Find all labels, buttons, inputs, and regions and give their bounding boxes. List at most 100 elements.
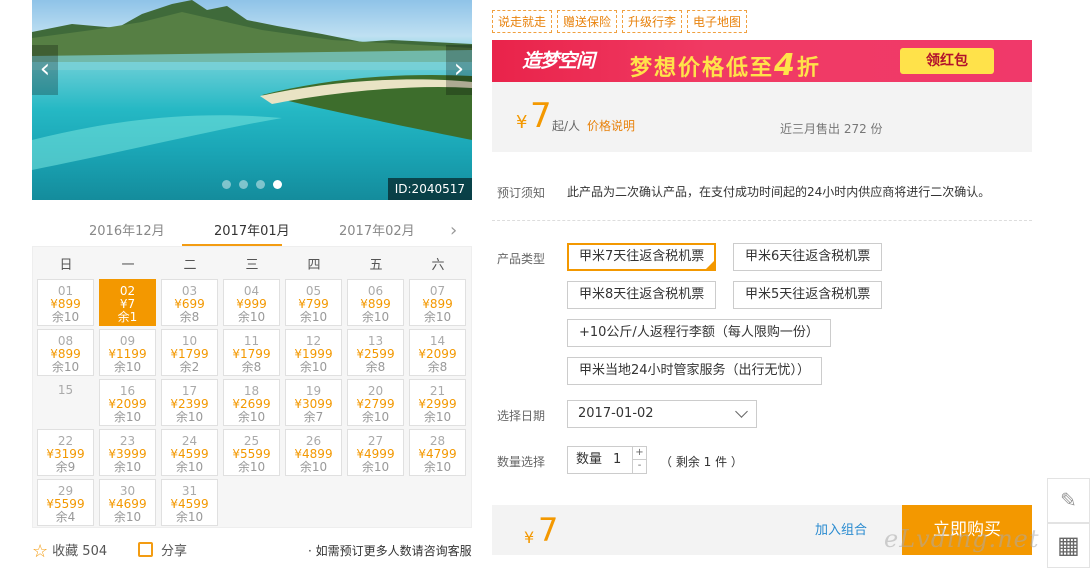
calendar-day[interactable]: 16 ¥2099 余10 [99, 379, 156, 426]
favorite-button[interactable]: ☆ 收藏 504 [32, 540, 107, 562]
add-combo-link[interactable]: 加入组合 [815, 519, 867, 538]
day-price: ¥699 [174, 297, 205, 311]
tag-item: 赠送保险 [557, 10, 618, 33]
calendar-next-icon[interactable]: › [450, 220, 457, 241]
day-price: ¥999 [236, 297, 267, 311]
calendar-day[interactable]: 01 ¥899 余10 [37, 279, 94, 326]
calendar-day[interactable]: 04 ¥999 余10 [223, 279, 280, 326]
day-remaining: 余8 [365, 360, 386, 374]
calendar-day[interactable]: 13 ¥2599 余8 [347, 329, 404, 376]
calendar-day[interactable]: 30 ¥4699 余10 [99, 479, 156, 526]
date-label: 选择日期 [497, 409, 546, 423]
calendar-day[interactable]: 21 ¥2999 余10 [409, 379, 466, 426]
gallery-next-button[interactable]: › [446, 45, 472, 95]
edit-icon[interactable]: ✎ [1047, 478, 1090, 523]
calendar-day[interactable]: 14 ¥2099 余8 [409, 329, 466, 376]
tab-month-prev[interactable]: 2016年12月 [89, 220, 165, 239]
day-number: 12 [305, 334, 322, 348]
price-panel: ¥ 7 起/人 价格说明 近三月售出 272 份 [492, 82, 1032, 152]
tag-item: 升级行李 [622, 10, 683, 33]
calendar-day[interactable]: 03 ¥699 余8 [161, 279, 218, 326]
option-label: 甲米7天往返含税机票 [579, 249, 705, 264]
calendar-day[interactable]: 31 ¥4599 余10 [161, 479, 218, 526]
calendar-month-tabs: 2016年12月 2017年01月 2017年02月 [32, 212, 472, 248]
gallery-dot[interactable] [239, 180, 248, 189]
calendar-day[interactable]: 27 ¥4999 余10 [347, 429, 404, 476]
option-label: 甲米6天往返含税机票 [745, 249, 871, 264]
chevron-down-icon [735, 405, 748, 418]
gallery-dot[interactable] [222, 180, 231, 189]
gallery-dot-active[interactable] [273, 180, 282, 189]
day-remaining: 余8 [179, 310, 200, 324]
product-option-8day[interactable]: 甲米8天往返含税机票 [567, 281, 717, 309]
day-number: 11 [243, 334, 260, 348]
tab-month-current[interactable]: 2017年01月 [214, 220, 290, 239]
product-option-5day[interactable]: 甲米5天往返含税机票 [733, 281, 883, 309]
product-option-6day[interactable]: 甲米6天往返含税机票 [733, 243, 883, 271]
calendar-day[interactable]: 18 ¥2699 余10 [223, 379, 280, 426]
quantity-stepper[interactable]: 数量 1 + - [567, 446, 647, 474]
calendar-day[interactable]: 07 ¥899 余10 [409, 279, 466, 326]
price-currency: ¥ [516, 112, 528, 133]
option-label: 甲米当地24小时管家服务（出行无忧）） [579, 363, 811, 378]
option-label: 甲米8天往返含税机票 [579, 287, 705, 302]
day-number: 24 [181, 434, 198, 448]
promo-banner[interactable]: 造梦空间 梦想价格低至4折 领红包 [492, 40, 1032, 82]
calendar-day[interactable]: 05 ¥799 余10 [285, 279, 342, 326]
calendar-day[interactable]: 17 ¥2399 余10 [161, 379, 218, 426]
product-option-butler[interactable]: 甲米当地24小时管家服务（出行无忧）） [567, 357, 823, 385]
day-price: ¥3099 [294, 397, 333, 411]
qr-code-icon[interactable]: ▦ [1047, 523, 1090, 568]
quantity-value[interactable]: 1 [613, 447, 621, 473]
day-number: 27 [367, 434, 384, 448]
gallery-prev-button[interactable]: ‹ [32, 45, 58, 95]
day-number: 29 [57, 484, 74, 498]
calendar-day[interactable]: 28 ¥4799 余10 [409, 429, 466, 476]
day-remaining: 余2 [179, 360, 200, 374]
tag-item: 电子地图 [687, 10, 748, 33]
remaining-stock: （ 剩余 1 件 ） [660, 455, 743, 469]
share-label: 分享 [161, 544, 188, 559]
price-unit: 起/人 [552, 119, 581, 133]
product-option-luggage[interactable]: +10公斤/人返程行李额（每人限购一份） [567, 319, 831, 347]
share-button[interactable]: 分享 [138, 540, 187, 559]
calendar-day[interactable]: 29 ¥5599 余4 [37, 479, 94, 526]
calendar-day[interactable]: 09 ¥1199 余10 [99, 329, 156, 376]
date-select[interactable]: 2017-01-02 [567, 400, 757, 428]
gallery-dot[interactable] [256, 180, 265, 189]
calendar-day[interactable]: 19 ¥3099 余7 [285, 379, 342, 426]
day-number: 28 [429, 434, 446, 448]
calendar-day[interactable]: 11 ¥1799 余8 [223, 329, 280, 376]
calendar-day[interactable]: 08 ¥899 余10 [37, 329, 94, 376]
hero-image: ‹ › ID:2040517 [32, 0, 472, 200]
day-price: ¥2799 [356, 397, 395, 411]
price-explain-link[interactable]: 价格说明 [587, 117, 635, 134]
calendar-day[interactable]: 12 ¥1999 余10 [285, 329, 342, 376]
star-icon: ☆ [32, 541, 49, 562]
day-remaining: 余10 [51, 310, 80, 324]
calendar-day[interactable]: 25 ¥5599 余10 [223, 429, 280, 476]
calendar-day[interactable]: 26 ¥4899 余10 [285, 429, 342, 476]
calendar-day[interactable]: 06 ¥899 余10 [347, 279, 404, 326]
quantity-plus-button[interactable]: + [632, 447, 646, 460]
day-number: 20 [367, 384, 384, 398]
day-number: 31 [181, 484, 198, 498]
calendar-day[interactable]: 24 ¥4599 余10 [161, 429, 218, 476]
day-price: ¥899 [360, 297, 391, 311]
quantity-minus-button[interactable]: - [632, 460, 646, 473]
red-packet-button[interactable]: 领红包 [900, 48, 994, 74]
day-number: 02 [119, 284, 136, 298]
tab-month-next[interactable]: 2017年02月 [339, 220, 415, 239]
calendar-day[interactable]: 20 ¥2799 余10 [347, 379, 404, 426]
calendar-day-selected[interactable]: 02 ¥7 余1 [99, 279, 156, 326]
day-price: ¥4799 [418, 447, 457, 461]
day-number: 10 [181, 334, 198, 348]
calendar-day[interactable]: 23 ¥3999 余10 [99, 429, 156, 476]
day-price: ¥1999 [294, 347, 333, 361]
day-number: 16 [119, 384, 136, 398]
calendar-day[interactable]: 10 ¥1799 余2 [161, 329, 218, 376]
day-price: ¥3999 [108, 447, 147, 461]
product-option-7day[interactable]: 甲米7天往返含税机票 [567, 243, 717, 271]
calendar-day[interactable]: 22 ¥3199 余9 [37, 429, 94, 476]
option-label: +10公斤/人返程行李额（每人限购一份） [579, 325, 819, 340]
